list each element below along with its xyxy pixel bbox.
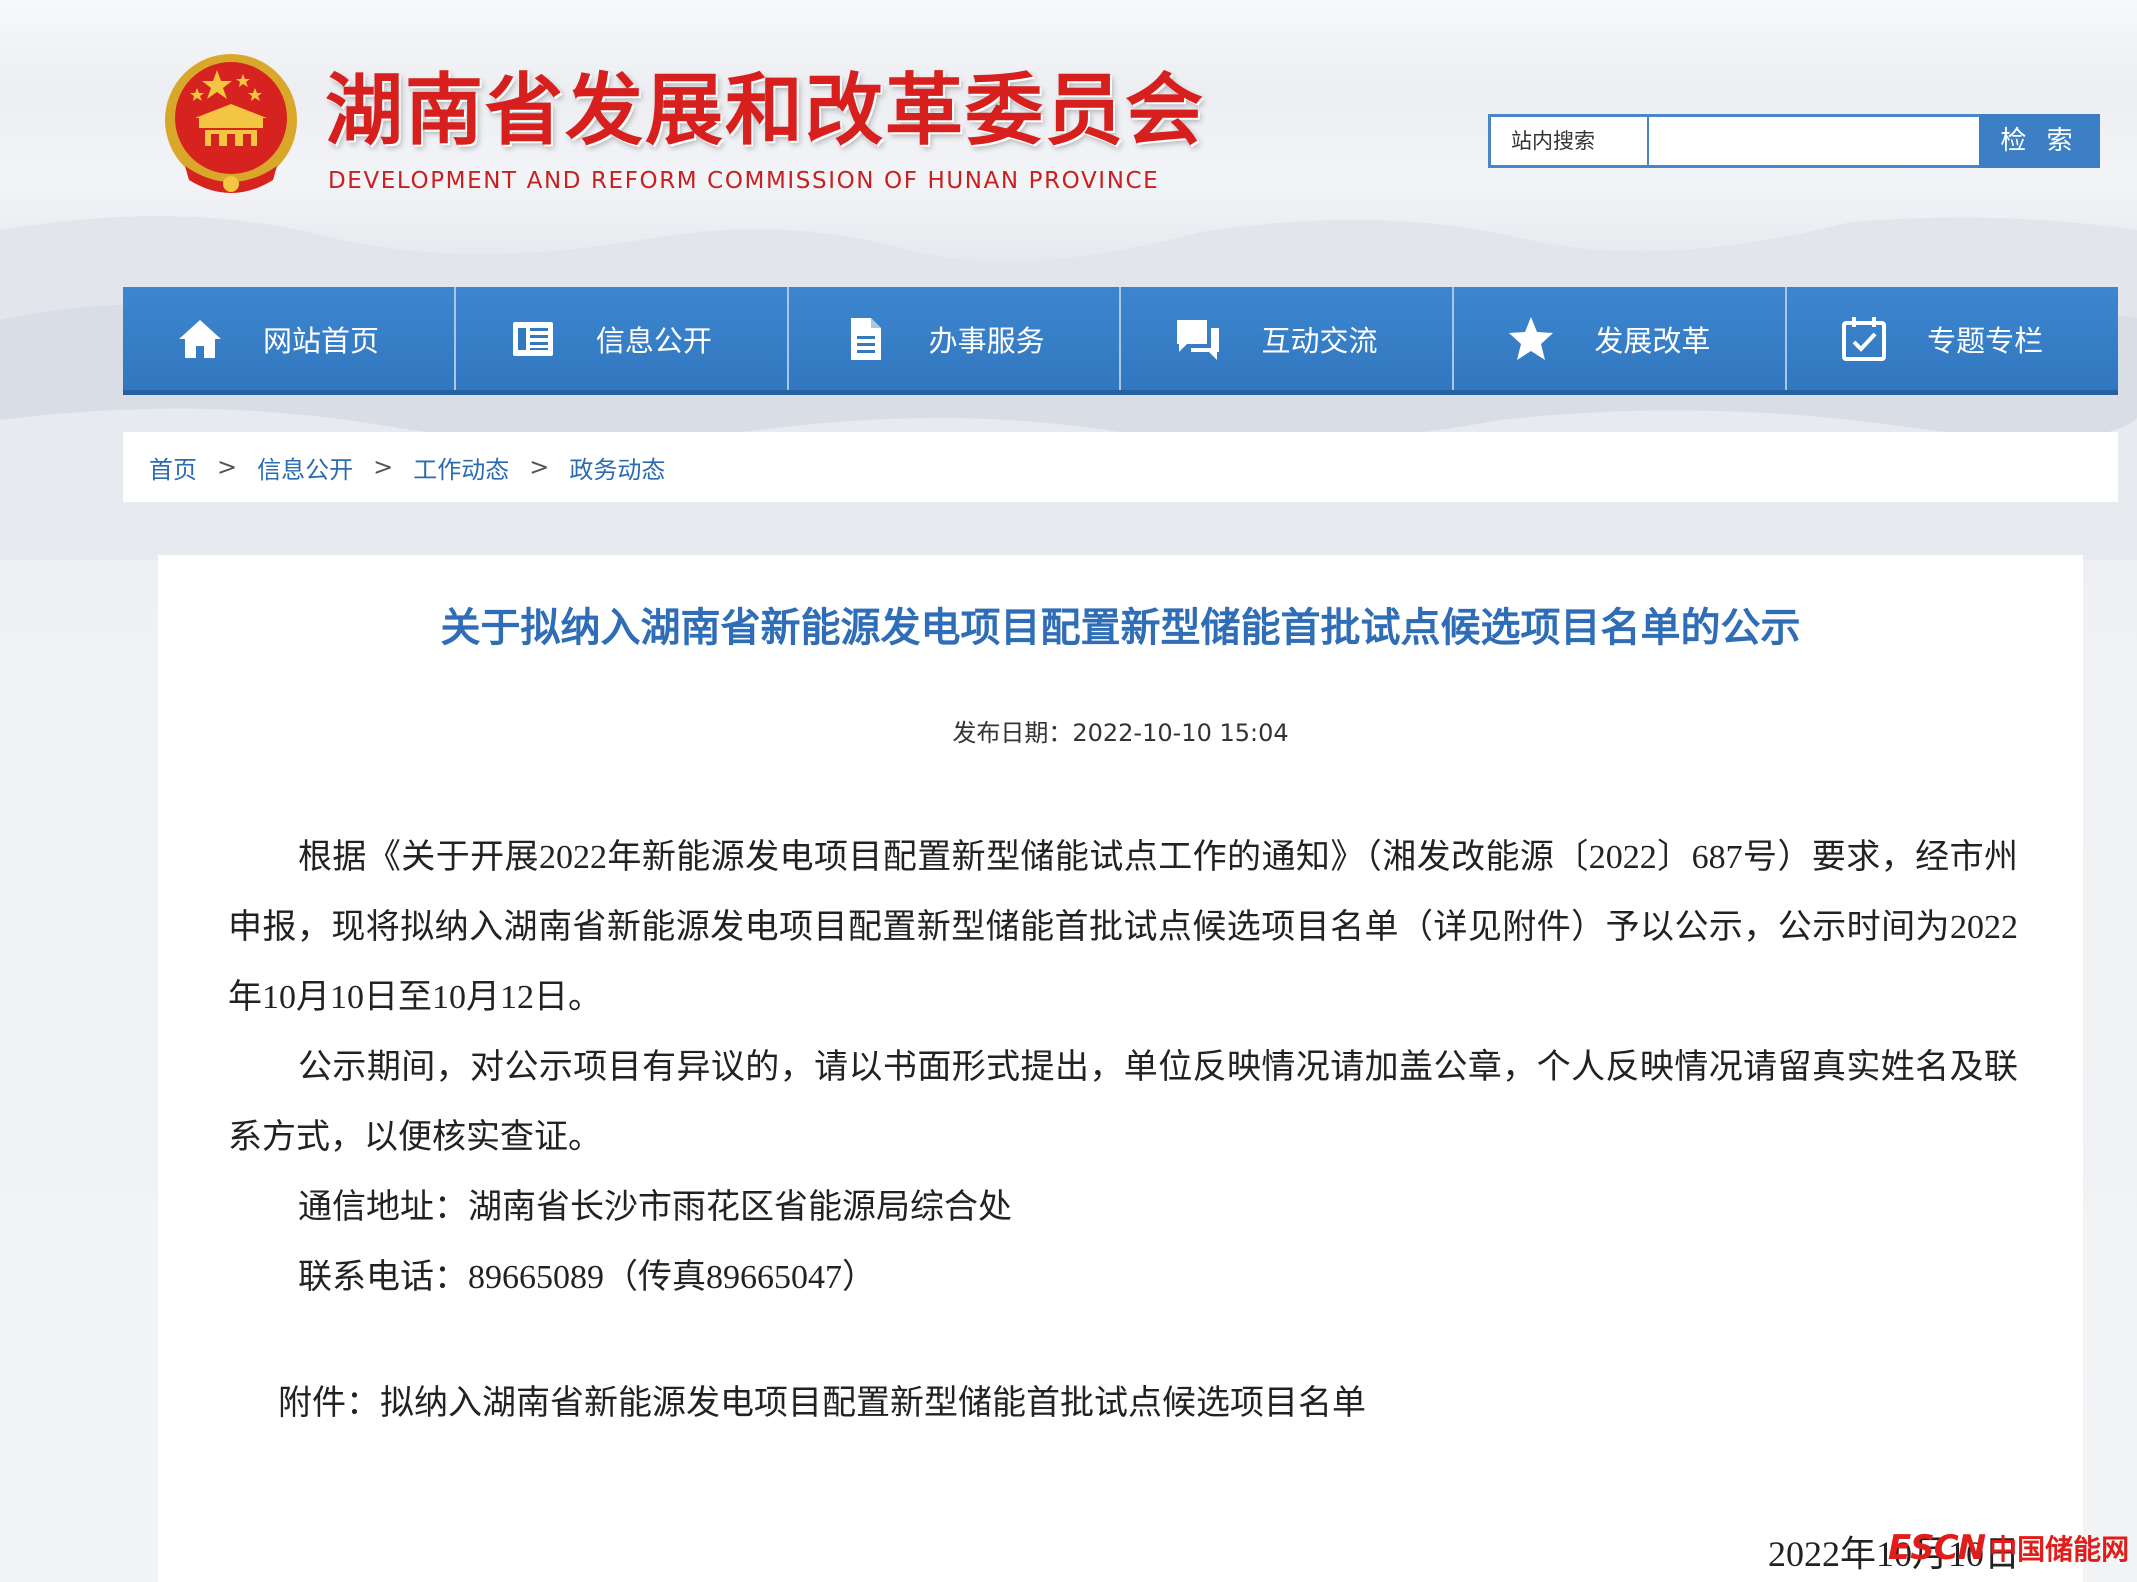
home-icon	[179, 319, 221, 358]
nav-item-services[interactable]: 办事服务	[788, 287, 1122, 390]
nav-item-label: 办事服务	[928, 323, 1045, 358]
nav-item-label: 网站首页	[263, 323, 380, 358]
chat-icon	[1177, 319, 1220, 360]
publish-date: 发布日期：2022-10-10 15:04	[952, 719, 1289, 747]
nav-item-home[interactable]: 网站首页	[123, 287, 456, 390]
nav-item-label: 发展改革	[1594, 323, 1711, 358]
escn-watermark: ESCN 中国储能网	[1888, 1528, 2129, 1568]
nav-item-reform[interactable]: 发展改革	[1454, 287, 1788, 390]
breadcrumb-separator: >	[373, 453, 394, 481]
info-list-icon	[512, 321, 553, 356]
attachment-link[interactable]: 附件：拟纳入湖南省新能源发电项目配置新型储能首批试点候选项目名单	[278, 1375, 1366, 1424]
calendar-check-icon	[1842, 316, 1887, 361]
site-title: 湖南省发展和改革委员会	[325, 66, 1206, 156]
breadcrumb-info[interactable]: 信息公开	[257, 450, 353, 485]
site-subtitle: DEVELOPMENT AND REFORM COMMISSION OF HUN…	[328, 168, 1160, 194]
watermark-brand: ESCN	[1888, 1528, 1986, 1568]
breadcrumb-government-news[interactable]: 政务动态	[569, 450, 665, 485]
nav-item-label: 互动交流	[1261, 323, 1378, 358]
nav-item-topics[interactable]: 专题专栏	[1787, 287, 2118, 390]
nav-item-label: 信息公开	[595, 323, 712, 358]
nav-item-label: 专题专栏	[1927, 323, 2044, 358]
nav-item-interaction[interactable]: 互动交流	[1121, 287, 1455, 390]
search-input[interactable]	[1651, 117, 1979, 165]
article-paragraph: 根据《关于开展2022年新能源发电项目配置新型储能试点工作的通知》（湘发改能源〔…	[228, 839, 2018, 1016]
search-label: 站内搜索	[1491, 117, 1649, 165]
breadcrumb-home[interactable]: 首页	[149, 450, 197, 485]
article-title: 关于拟纳入湖南省新能源发电项目配置新型储能首批试点候选项目名单的公示	[440, 605, 1801, 651]
breadcrumb-work-news[interactable]: 工作动态	[413, 450, 509, 485]
search-button[interactable]: 检 索	[1979, 114, 2100, 168]
article-container: 关于拟纳入湖南省新能源发电项目配置新型储能首批试点候选项目名单的公示 发布日期：…	[158, 555, 2083, 1582]
main-nav: 网站首页 信息公开 办事服务 互动交流 发展改革 专题专栏	[123, 287, 2118, 395]
breadcrumb-separator: >	[217, 453, 238, 481]
article-body: 根据《关于开展2022年新能源发电项目配置新型储能试点工作的通知》（湘发改能源〔…	[228, 823, 2018, 1313]
article-paragraph: 公示期间，对公示项目有异议的，请以书面形式提出，单位反映情况请加盖公章，个人反映…	[228, 1049, 2018, 1156]
search-box: 站内搜索 检 索	[1488, 114, 2100, 168]
document-icon	[850, 317, 881, 360]
breadcrumb-separator: >	[529, 453, 550, 481]
article-paragraph: 通信地址：湖南省长沙市雨花区省能源局综合处	[298, 1189, 1012, 1226]
site-header: 湖南省发展和改革委员会 DEVELOPMENT AND REFORM COMMI…	[0, 0, 2137, 285]
article-paragraph: 联系电话：89665089（传真89665047）	[298, 1259, 876, 1296]
breadcrumb: 首页 > 信息公开 > 工作动态 > 政务动态	[123, 432, 2118, 502]
star-icon	[1509, 316, 1554, 360]
nav-item-info[interactable]: 信息公开	[455, 287, 789, 390]
national-emblem-icon	[165, 54, 297, 193]
watermark-name: 中国储能网	[1989, 1533, 2130, 1566]
